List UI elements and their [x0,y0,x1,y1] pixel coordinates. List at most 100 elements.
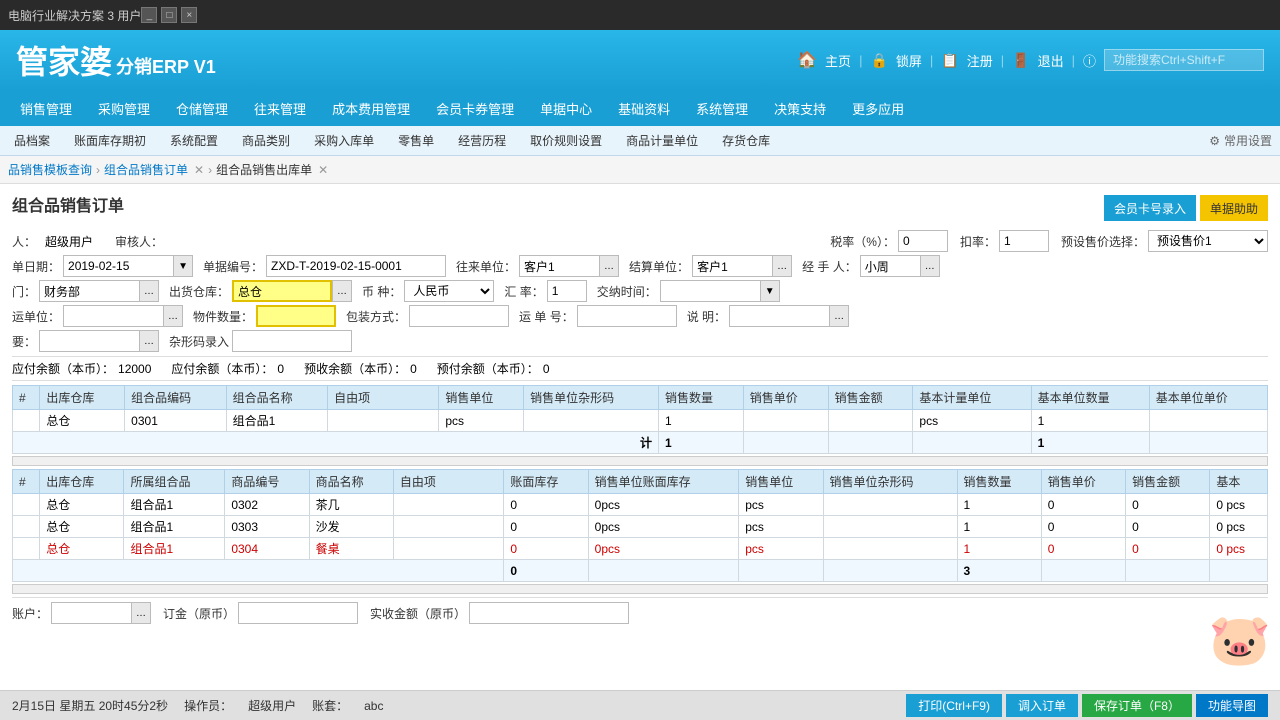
toolbar-sys-config[interactable]: 系统配置 [164,130,224,151]
manager-btn[interactable]: … [920,255,940,277]
member-card-btn[interactable]: 会员卡号录入 [1104,195,1196,221]
date-input[interactable] [63,255,173,277]
header-exit[interactable]: 退出 [1038,51,1064,70]
window-controls[interactable]: _ □ × [141,7,197,23]
nav-sales[interactable]: 销售管理 [8,90,84,126]
transport-btn[interactable]: … [163,305,183,327]
toolbar-settings[interactable]: ⚙ 常用设置 [1209,132,1272,149]
transport-num-input[interactable] [577,305,677,327]
currency-select[interactable]: 人民币 [404,280,494,302]
function-search[interactable] [1104,49,1264,71]
col-index: # [13,386,40,410]
transaction-time-btn[interactable]: ▼ [760,280,780,302]
lower-scrollbar[interactable] [12,584,1268,594]
transaction-time-input[interactable] [660,280,760,302]
order-num-input[interactable] [266,255,446,277]
col-barcode: 销售单位杂形码 [524,386,659,410]
header-info[interactable]: ⓘ [1083,51,1096,70]
lower-table-row[interactable]: 总仓 组合品1 0303 沙发 0 0pcs pcs 1 0 0 0 pcs [13,516,1268,538]
dept-btn[interactable]: … [139,280,159,302]
note-btn[interactable]: … [829,305,849,327]
barcode-input[interactable] [232,330,352,352]
nav-basic[interactable]: 基础资料 [606,90,682,126]
import-btn[interactable]: 调入订单 [1006,694,1078,717]
save-btn[interactable]: 保存订单（F8） [1082,694,1192,717]
breadcrumb-template[interactable]: 品销售模板查询 [8,161,92,178]
register-icon: 📋 [941,52,958,69]
lcol-unit: 销售单位 [739,470,823,494]
customer-btn[interactable]: … [599,255,619,277]
lower-table-row[interactable]: 总仓 组合品1 0302 茶几 0 0pcs pcs 1 0 0 0 pcs [13,494,1268,516]
mascot-image: 🐷 [1200,590,1280,690]
header-register[interactable]: 注册 [967,51,993,70]
nav-more[interactable]: 更多应用 [840,90,916,126]
tax-input[interactable] [898,230,948,252]
discount-input[interactable] [999,230,1049,252]
settlement-btn[interactable]: … [772,255,792,277]
toolbar-retail[interactable]: 零售单 [392,130,440,151]
maximize-btn[interactable]: □ [161,7,177,23]
lcol-amount: 销售金额 [1126,470,1210,494]
minimize-btn[interactable]: _ [141,7,157,23]
close-btn[interactable]: × [181,7,197,23]
upper-scrollbar[interactable] [12,456,1268,466]
toolbar-history[interactable]: 经营历程 [452,130,512,151]
package-input[interactable] [409,305,509,327]
settlement-input[interactable] [692,255,772,277]
lcol-warehouse: 出库仓库 [40,470,124,494]
header-home[interactable]: 主页 [825,51,851,70]
header-lock[interactable]: 锁屏 [896,51,922,70]
actual-amount-input[interactable] [469,602,629,624]
nav-warehouse[interactable]: 仓储管理 [164,90,240,126]
price-select[interactable]: 预设售价1 [1148,230,1268,252]
warehouse-input[interactable] [232,280,332,302]
toolbar-account-init[interactable]: 账面库存期初 [68,130,152,151]
toolbar-price-rules[interactable]: 取价规则设置 [524,130,608,151]
account-input[interactable] [51,602,131,624]
order-num-label: 单据编号： [203,258,263,275]
dept-input[interactable] [39,280,139,302]
breadcrumb-combo-order[interactable]: 组合品销售订单 [104,161,188,178]
date-picker-btn[interactable]: ▼ [173,255,193,277]
toolbar-category[interactable]: 商品类别 [236,130,296,151]
toolbar-product-file[interactable]: 品档案 [8,130,56,151]
parts-count-input[interactable] [256,305,336,327]
col-combo-code: 组合品编码 [125,386,226,410]
lock-icon: 🔒 [870,52,887,69]
transport-input[interactable] [63,305,163,327]
account-btn[interactable]: … [131,602,151,624]
breadcrumb-close-1[interactable]: ✕ [194,163,204,177]
nav-decision[interactable]: 决策支持 [762,90,838,126]
nav-system[interactable]: 系统管理 [684,90,760,126]
nav-member[interactable]: 会员卡券管理 [424,90,526,126]
balance-pre-payable-value: 0 [543,362,550,376]
nav-cost[interactable]: 成本费用管理 [320,90,422,126]
customer-input[interactable] [519,255,599,277]
print-btn[interactable]: 打印(Ctrl+F9) [906,694,1002,717]
nav-orders[interactable]: 单据中心 [528,90,604,126]
nav-purchase[interactable]: 采购管理 [86,90,162,126]
breadcrumb-close-2[interactable]: ✕ [318,163,328,177]
person-value: 超级用户 [39,233,99,250]
lower-table-row-red[interactable]: 总仓 组合品1 0304 餐桌 0 0pcs pcs 1 0 0 0 pcs [13,538,1268,560]
lcol-price: 销售单价 [1041,470,1125,494]
manager-input[interactable] [860,255,920,277]
function-map-btn[interactable]: 功能导图 [1196,694,1268,717]
exchange-input[interactable] [547,280,587,302]
toolbar-purchase-in[interactable]: 采购入库单 [308,130,380,151]
logo-subtitle: 分销ERP V1 [116,53,216,79]
table-row[interactable]: 总仓 0301 组合品1 pcs 1 pcs 1 [13,410,1268,432]
nav-transactions[interactable]: 往来管理 [242,90,318,126]
help-btn[interactable]: 单据助助 [1200,195,1268,221]
col-warehouse: 出库仓库 [40,386,125,410]
toolbar-measure[interactable]: 商品计量单位 [620,130,704,151]
footer-operator-label: 操作员： [184,697,232,714]
require-input[interactable] [39,330,139,352]
balance-receivable-label: 应付余额（本币）： [171,360,273,377]
toolbar-stock[interactable]: 存货仓库 [716,130,776,151]
warehouse-btn[interactable]: … [332,280,352,302]
require-btn[interactable]: … [139,330,159,352]
note-input[interactable] [729,305,829,327]
col-base-qty: 基本单位数量 [1031,386,1149,410]
order-deposit-input[interactable] [238,602,358,624]
